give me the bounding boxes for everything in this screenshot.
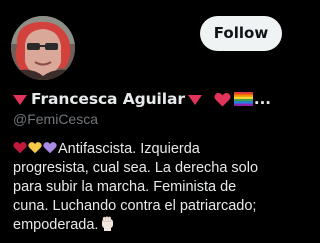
purple-heart-icon [43, 142, 57, 154]
bio-line: Antifascista. Izquierda [13, 140, 293, 159]
profile-bio: Antifascista. Izquierda progresista, cua… [13, 140, 293, 235]
yellow-heart-icon [28, 142, 42, 154]
bio-line: empoderada. [13, 216, 293, 235]
red-triangle-down-icon [187, 95, 202, 105]
bio-line: para subir la marcha. Feminista de [13, 179, 237, 195]
follow-button[interactable]: Follow [200, 16, 282, 51]
red-heart-icon [214, 92, 231, 106]
avatar-image [11, 16, 75, 80]
red-heart-icon [13, 142, 27, 154]
display-name[interactable]: Francesca Aguilar [31, 90, 185, 108]
bio-line: cuna. Luchando contra el patriarcado; [13, 198, 257, 214]
username-handle[interactable]: @FemiCesca [13, 111, 98, 127]
avatar[interactable] [11, 16, 75, 80]
name-truncation: ... [253, 90, 271, 108]
bio-text: empoderada. [13, 217, 99, 233]
profile-card: Follow Francesca Aguilar ... @FemiCesca [0, 0, 293, 243]
display-name-row[interactable]: Francesca Aguilar ... [13, 88, 285, 110]
raised-fist-icon [102, 216, 114, 231]
red-triangle-down-icon [13, 95, 27, 105]
rainbow-flag-icon [233, 92, 253, 106]
bio-text: Antifascista. Izquierda [58, 141, 200, 157]
bio-line: progresista, cual sea. La derecha solo [13, 160, 259, 176]
